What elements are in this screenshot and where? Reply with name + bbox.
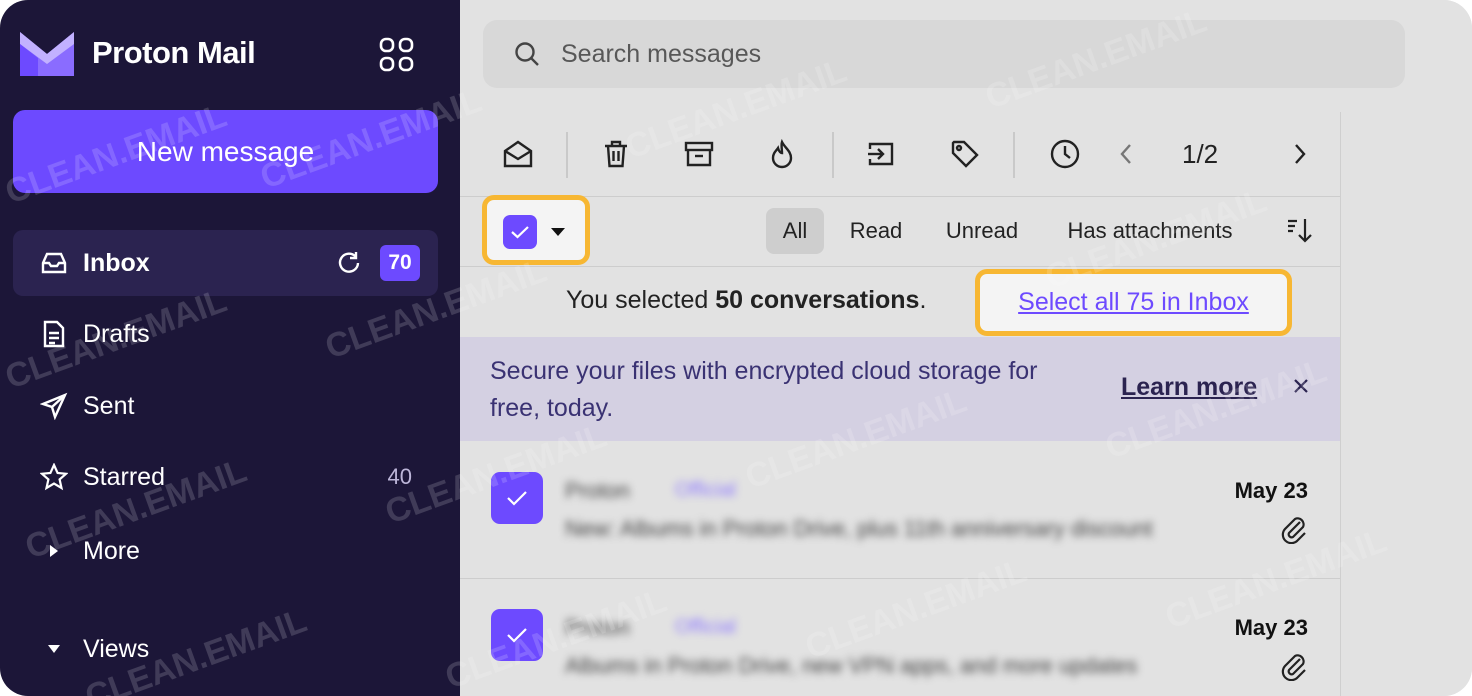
attachment-icon <box>1280 651 1308 686</box>
select-all-highlight: Select all 75 in Inbox <box>975 269 1292 336</box>
filter-bar: All Read Unread Has attachments <box>460 196 1340 267</box>
snooze-clock-icon[interactable] <box>1043 112 1087 196</box>
sidebar-item-label: Starred <box>83 462 165 491</box>
message-subject: Albums in Proton Drive, new VPN apps, an… <box>565 653 1138 678</box>
message-tag: Official <box>675 479 736 501</box>
message-subject: New: Albums in Proton Drive, plus 11th a… <box>565 516 1153 541</box>
sidebar-item-inbox[interactable]: Inbox 70 <box>13 230 438 296</box>
message-checkbox[interactable] <box>491 472 543 524</box>
search-icon <box>513 40 541 68</box>
checkmark-icon <box>507 491 527 506</box>
star-icon <box>37 463 71 491</box>
sidebar-item-views[interactable]: Views <box>13 616 438 682</box>
message-checkbox[interactable] <box>491 609 543 661</box>
previous-page-icon[interactable] <box>1111 112 1141 196</box>
refresh-icon[interactable] <box>336 250 362 276</box>
search-input[interactable]: Search messages <box>561 40 761 69</box>
label-tag-icon[interactable] <box>943 112 987 196</box>
proton-logo-icon <box>20 32 74 76</box>
message-date: May 23 <box>1234 615 1308 640</box>
selection-suffix: . <box>919 286 927 314</box>
sidebar-item-sent[interactable]: Sent <box>13 373 438 439</box>
sent-icon <box>37 392 71 420</box>
reading-pane-divider <box>1340 112 1341 696</box>
archive-icon[interactable] <box>677 112 721 196</box>
new-message-label: New message <box>136 135 315 167</box>
checkmark-icon <box>507 628 527 643</box>
caret-right-icon <box>37 544 71 558</box>
toolbar-divider <box>1013 132 1015 178</box>
selection-dropdown-caret-icon[interactable] <box>551 228 565 236</box>
sidebar-item-label: Drafts <box>83 319 150 348</box>
selection-prefix: You selected <box>566 286 716 314</box>
message-row[interactable]: Proton Official Albums in Proton Drive, … <box>460 579 1340 696</box>
page-indicator: 1/2 <box>1182 138 1219 169</box>
caret-down-icon <box>37 643 71 655</box>
sidebar-item-more[interactable]: More <box>13 518 438 584</box>
move-to-folder-icon[interactable] <box>859 112 903 196</box>
search-bar[interactable]: Search messages <box>483 20 1405 88</box>
message-sender: Proton <box>565 478 630 503</box>
sidebar-item-drafts[interactable]: Drafts <box>13 301 438 367</box>
sort-icon[interactable] <box>1285 216 1313 249</box>
inbox-icon <box>37 251 71 275</box>
main-panel: Search messages 1/2 All Read Unread Has … <box>460 0 1472 696</box>
sidebar-item-starred[interactable]: Starred 40 <box>13 444 438 510</box>
mark-as-read-icon[interactable] <box>496 112 540 196</box>
selection-count: 50 conversations <box>715 286 920 314</box>
filter-unread[interactable]: Unread <box>932 208 1032 254</box>
trash-icon[interactable] <box>594 112 638 196</box>
message-sender: Proton <box>565 615 630 640</box>
apps-grid-icon[interactable] <box>378 36 416 79</box>
filter-read[interactable]: Read <box>836 208 916 254</box>
message-tag: Official <box>675 616 736 638</box>
toolbar-divider <box>566 132 568 178</box>
new-message-button[interactable]: New message <box>13 110 438 193</box>
selection-info: You selected 50 conversations. <box>566 286 926 315</box>
toolbar-divider <box>832 132 834 178</box>
next-page-icon[interactable] <box>1285 112 1315 196</box>
select-all-checkbox[interactable] <box>503 215 537 249</box>
unread-badge: 70 <box>380 245 420 281</box>
sidebar-item-label: Views <box>83 634 150 663</box>
spam-flame-icon[interactable] <box>760 112 804 196</box>
message-row[interactable]: Proton Official New: Albums in Proton Dr… <box>460 442 1340 579</box>
filter-has-attachments[interactable]: Has attachments <box>1050 208 1250 254</box>
brand-name: Proton Mail <box>92 35 256 70</box>
sidebar: Proton Mail New message Inbox 70 Drafts … <box>0 0 460 696</box>
attachment-icon <box>1280 514 1308 549</box>
drafts-icon <box>37 320 71 348</box>
select-all-link[interactable]: Select all 75 in Inbox <box>1018 288 1249 317</box>
filter-all[interactable]: All <box>766 208 824 254</box>
starred-count: 40 <box>387 464 412 489</box>
sidebar-item-label: Inbox <box>83 248 150 277</box>
promo-text: Secure your files with encrypted cloud s… <box>490 357 1038 422</box>
message-toolbar: 1/2 <box>460 112 1340 197</box>
select-all-checkbox-control[interactable] <box>482 195 590 265</box>
learn-more-link[interactable]: Learn more <box>1121 373 1257 402</box>
app-window: Proton Mail New message Inbox 70 Drafts … <box>0 0 1472 696</box>
sidebar-item-label: Sent <box>83 391 135 420</box>
sidebar-item-label: More <box>83 536 140 565</box>
message-date: May 23 <box>1234 478 1308 503</box>
close-icon[interactable] <box>1292 377 1310 400</box>
checkmark-icon <box>511 226 529 239</box>
promo-banner: Secure your files with encrypted cloud s… <box>460 337 1340 441</box>
logo[interactable]: Proton Mail <box>20 30 256 76</box>
